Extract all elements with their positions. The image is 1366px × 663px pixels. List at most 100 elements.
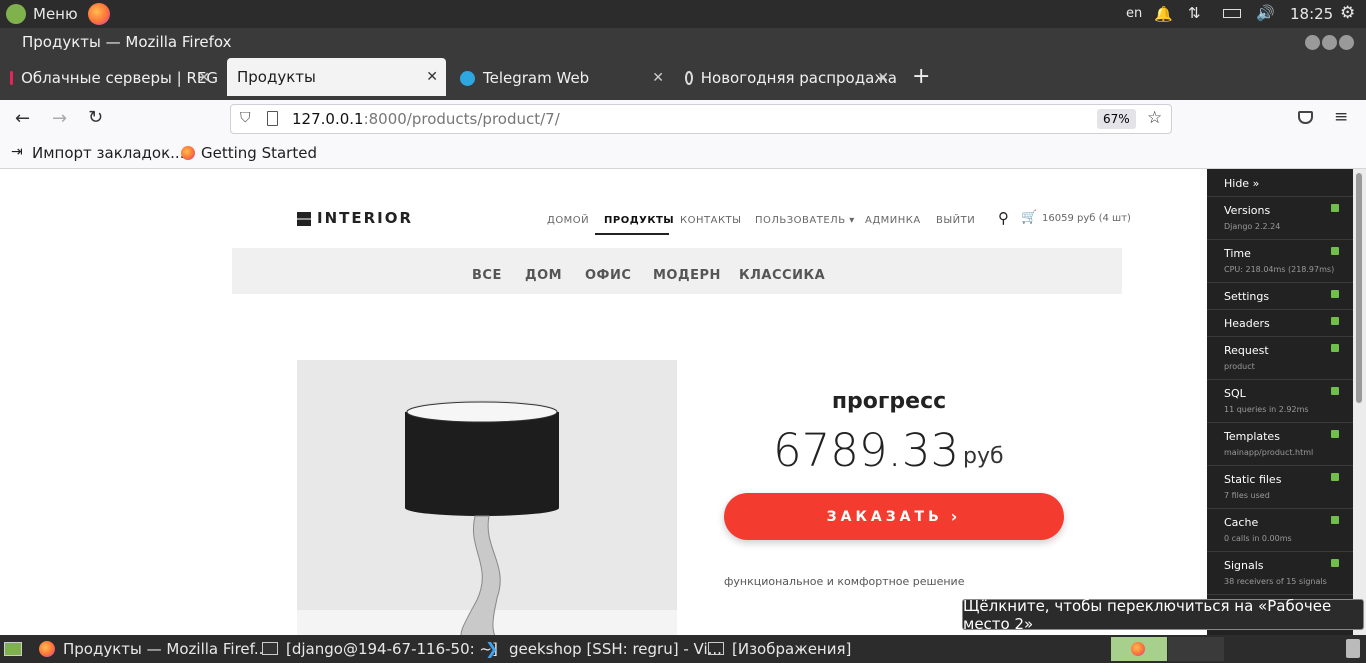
menu-products[interactable]: продукты: [604, 215, 674, 226]
hamburger-menu-icon[interactable]: ≡: [1334, 107, 1348, 127]
djdt-panel-cache[interactable]: Cache 0 calls in 0.00ms: [1207, 509, 1353, 552]
close-window-button[interactable]: [1339, 35, 1354, 50]
category-home[interactable]: ДОМ: [525, 268, 562, 283]
menu-logout[interactable]: выйти: [936, 215, 975, 226]
window-title: Продукты — Mozilla Firefox: [22, 33, 232, 51]
show-desktop-icon[interactable]: [4, 642, 22, 656]
panel-sub: 0 calls in 0.00ms: [1224, 534, 1292, 543]
panel-checkbox[interactable]: [1331, 317, 1339, 325]
pocket-icon[interactable]: [1298, 111, 1313, 124]
back-arrow-icon[interactable]: ←: [15, 108, 30, 129]
menu-home[interactable]: домой: [547, 215, 589, 226]
hide-label[interactable]: Hide »: [1224, 177, 1259, 190]
firefox-task-icon: [39, 641, 55, 657]
bookmark-getting-started[interactable]: Getting Started: [201, 144, 317, 162]
close-tab-icon[interactable]: ✕: [198, 70, 210, 86]
product-image: [297, 360, 677, 635]
panel-checkbox[interactable]: [1331, 204, 1339, 212]
close-tab-icon[interactable]: ✕: [652, 70, 664, 86]
shield-icon[interactable]: ⛉: [240, 110, 251, 126]
djdt-panel-signals[interactable]: Signals 38 receivers of 15 signals: [1207, 552, 1353, 595]
minimize-button[interactable]: [1305, 35, 1320, 50]
url-text[interactable]: 127.0.0.1:8000/products/product/7/: [292, 110, 560, 128]
tab-sale[interactable]: Новогодняя распродажа ✕: [675, 62, 897, 94]
djdt-panel-static[interactable]: Static files 7 files used: [1207, 466, 1353, 509]
djdt-hide[interactable]: Hide »: [1207, 169, 1353, 197]
djdt-panel-settings[interactable]: Settings: [1207, 283, 1353, 310]
bookmark-star-icon[interactable]: ☆: [1147, 108, 1162, 128]
panel-checkbox[interactable]: [1331, 473, 1339, 481]
panel-checkbox[interactable]: [1331, 559, 1339, 567]
djdt-panel-headers[interactable]: Headers: [1207, 310, 1353, 337]
page-scrollbar[interactable]: [1353, 169, 1366, 635]
brand-logo[interactable]: INTERIOR: [317, 209, 413, 227]
task-terminal[interactable]: [django@194-67-116-50: ~]: [286, 640, 498, 658]
firefox-launcher-icon[interactable]: [88, 3, 110, 25]
panel-sub: CPU: 218.04ms (218.97ms): [1224, 265, 1335, 274]
task-vscode[interactable]: geekshop [SSH: regru] - Vi...: [509, 640, 722, 658]
menu-label[interactable]: Меню: [33, 5, 78, 23]
category-classic[interactable]: КЛАССИКА: [739, 268, 825, 283]
category-all[interactable]: ВСЕ: [472, 268, 502, 283]
panel-name: Versions: [1224, 204, 1271, 217]
url-bar[interactable]: ⛉ 127.0.0.1:8000/products/product/7/ 67%…: [230, 104, 1172, 134]
task-firefox[interactable]: Продукты — Mozilla Firef...: [63, 640, 268, 658]
trash-icon[interactable]: [1346, 639, 1360, 658]
djdt-panel-request[interactable]: Request product: [1207, 337, 1353, 380]
url-path: :8000/products/product/7/: [363, 110, 560, 128]
battery-icon[interactable]: [1223, 9, 1241, 18]
reload-icon[interactable]: ↻: [88, 107, 103, 128]
settings-gear-icon[interactable]: ⚙: [1340, 3, 1355, 23]
network-icon[interactable]: ⇅: [1188, 4, 1201, 22]
workspace-2[interactable]: [1168, 637, 1224, 661]
search-icon[interactable]: ⚲: [998, 209, 1009, 227]
panel-name: Settings: [1224, 290, 1270, 303]
tab-reg[interactable]: Облачные серверы | REG ✕: [0, 62, 218, 94]
page-info-icon[interactable]: [267, 111, 278, 126]
menu-contacts[interactable]: контакты: [680, 215, 741, 226]
close-tab-icon[interactable]: ✕: [877, 70, 889, 86]
workspace-firefox-icon: [1131, 642, 1145, 656]
tab-telegram[interactable]: Telegram Web ✕: [450, 62, 672, 94]
tab-products[interactable]: Продукты ✕: [227, 58, 446, 96]
new-tab-plus-icon[interactable]: +: [912, 64, 930, 89]
panel-checkbox[interactable]: [1331, 516, 1339, 524]
chevron-right-icon: ›: [950, 507, 962, 526]
panel-checkbox[interactable]: [1331, 247, 1339, 255]
cart-icon[interactable]: 🛒: [1021, 210, 1037, 225]
cart-summary[interactable]: 16059 руб (4 шт): [1042, 213, 1131, 224]
djdt-panel-versions[interactable]: Versions Django 2.2.24: [1207, 197, 1353, 240]
clock[interactable]: 18:25: [1290, 5, 1333, 23]
panel-name: Headers: [1224, 317, 1270, 330]
panel-checkbox[interactable]: [1331, 430, 1339, 438]
panel-name: Static files: [1224, 473, 1282, 486]
tab-label: Telegram Web: [483, 69, 590, 87]
panel-checkbox[interactable]: [1331, 344, 1339, 352]
djdt-panel-sql[interactable]: SQL 11 queries in 2.92ms: [1207, 380, 1353, 423]
djdt-panel-templates[interactable]: Templates mainapp/product.html: [1207, 423, 1353, 466]
notifications-icon[interactable]: 🔔: [1154, 5, 1173, 23]
menu-active-underline: [595, 233, 669, 235]
panel-checkbox[interactable]: [1331, 387, 1339, 395]
import-bookmarks-icon[interactable]: ⇥: [11, 144, 23, 160]
forward-arrow-icon[interactable]: →: [52, 108, 67, 129]
category-modern[interactable]: МОДЕРН: [653, 268, 721, 283]
keyboard-layout[interactable]: en: [1126, 6, 1142, 21]
category-office[interactable]: ОФИС: [585, 268, 631, 283]
order-button[interactable]: ЗАКАЗАТЬ ›: [724, 493, 1064, 540]
maximize-button[interactable]: [1322, 35, 1337, 50]
volume-icon[interactable]: 🔊: [1256, 4, 1275, 22]
menu-user[interactable]: пользователь ▾: [755, 215, 855, 226]
zoom-level-badge[interactable]: 67%: [1097, 109, 1136, 129]
bookmark-import[interactable]: Импорт закладок...: [32, 144, 184, 162]
djdt-panel-time[interactable]: Time CPU: 218.04ms (218.97ms): [1207, 240, 1353, 283]
close-tab-icon[interactable]: ✕: [426, 69, 438, 85]
image-viewer-task-icon: [708, 642, 724, 655]
task-images[interactable]: [Изображения]: [732, 640, 851, 658]
panel-checkbox[interactable]: [1331, 290, 1339, 298]
scrollbar-thumb[interactable]: [1356, 173, 1362, 403]
product-currency: руб: [963, 444, 1004, 469]
mint-menu-icon[interactable]: [6, 4, 26, 24]
reg-favicon-icon: [10, 71, 14, 85]
menu-admin[interactable]: админка: [865, 215, 921, 226]
